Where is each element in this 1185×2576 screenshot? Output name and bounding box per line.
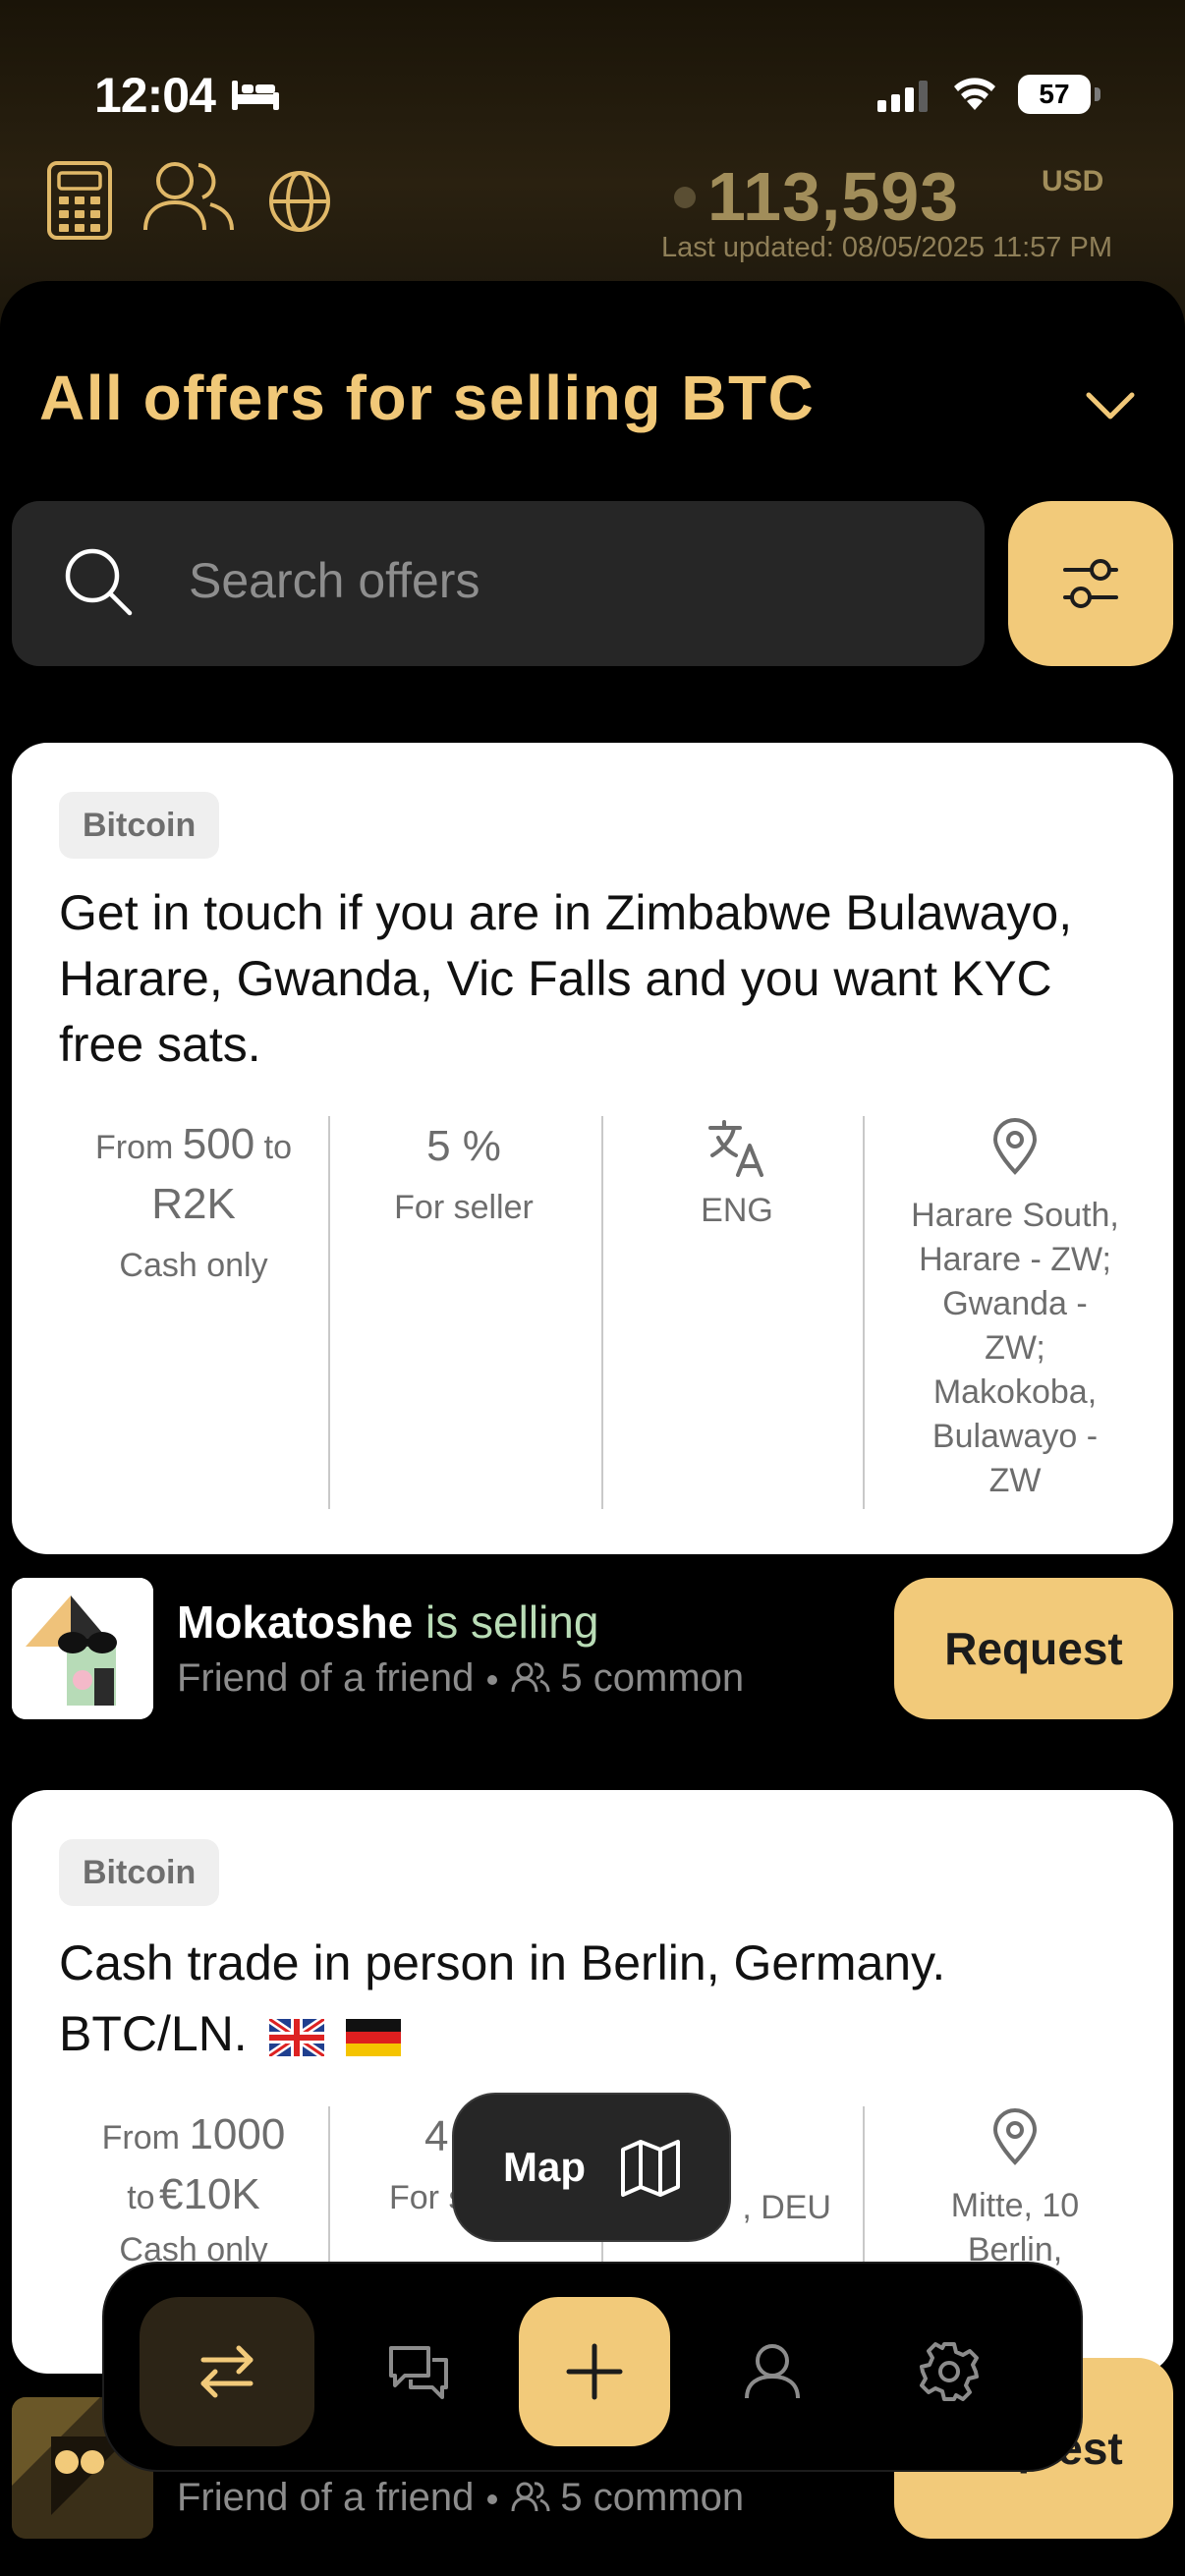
last-updated: Last updated: 08/05/2025 11:57 PM	[661, 232, 1112, 263]
balance-currency: USD	[1042, 165, 1104, 197]
profile-icon	[745, 2344, 800, 2399]
amount-to: €10K	[159, 2170, 260, 2218]
location-info: Harare South, Harare - ZW; Gwanda - ZW; …	[876, 1116, 1154, 1503]
globe-icon[interactable]	[267, 169, 332, 234]
bottom-navigation	[102, 2262, 1083, 2472]
seller-relation: Friend of a friend	[177, 2476, 475, 2519]
currency-badge: Bitcoin	[59, 1839, 220, 1906]
seller-action: is selling	[425, 1596, 599, 1648]
currency-badge: Bitcoin	[59, 792, 220, 859]
wifi-icon	[954, 78, 995, 110]
fee-label: For seller	[394, 1189, 534, 1226]
location-list: Harare South, Harare - ZW; Gwanda - ZW; …	[911, 1197, 1119, 1499]
filter-sliders-icon	[1063, 559, 1118, 608]
balance-status-dot	[674, 187, 696, 208]
offer-card[interactable]: Bitcoin Get in touch if you are in Zimba…	[12, 743, 1173, 1554]
common-friends-icon	[511, 2482, 550, 2512]
offer-description: Cash trade in person in Berlin, Germany.…	[59, 1935, 946, 2061]
filter-button[interactable]	[1008, 501, 1173, 666]
fee-info: 5 % For seller	[326, 1116, 601, 1227]
location-info: Mitte, 10 Berlin,	[876, 2106, 1154, 2272]
germany-flag-icon	[345, 2019, 401, 2056]
seller-title: Mokatoshe is selling	[177, 1596, 598, 1649]
seller-meta: Friend of a friend 5 common	[177, 1656, 744, 1701]
map-icon	[621, 2140, 680, 2197]
chat-icon	[389, 2346, 448, 2399]
cellular-signal-icon	[877, 81, 928, 112]
nav-messages[interactable]	[360, 2297, 478, 2446]
amount-from: 500	[182, 1120, 255, 1168]
map-button[interactable]: Map	[452, 2093, 731, 2242]
amount-from: 1000	[189, 2110, 286, 2158]
location-pin-icon	[992, 2108, 1038, 2165]
fee-value: 5 %	[426, 1122, 501, 1170]
bed-icon	[232, 81, 279, 110]
seller-meta: Friend of a friend 5 common	[177, 2476, 744, 2520]
common-friends-icon	[511, 1662, 550, 1693]
status-time: 12:04	[94, 68, 216, 123]
battery-indicator: 57	[1018, 75, 1100, 114]
battery-level: 57	[1018, 75, 1091, 114]
search-icon	[65, 548, 133, 616]
nav-profile[interactable]	[713, 2297, 831, 2446]
balance-amount[interactable]: 113,593	[707, 157, 959, 236]
common-count: 5 common	[560, 2476, 745, 2519]
seller-name[interactable]: Mokatoshe	[177, 1596, 413, 1648]
uk-flag-icon	[268, 2019, 324, 2056]
page-title: All offers for selling BTC	[39, 363, 816, 433]
payment-method: Cash only	[119, 1247, 268, 1284]
avatar-art-icon	[12, 1578, 153, 1719]
avatar[interactable]	[12, 1578, 153, 1719]
search-input[interactable]: Search offers	[12, 501, 985, 666]
amount-range: From 1000 to €10K Cash only	[51, 2106, 336, 2269]
offer-description: Get in touch if you are in Zimbabwe Bula…	[59, 885, 1073, 1072]
language-value: ENG	[701, 1192, 773, 1229]
add-icon	[566, 2343, 623, 2400]
settings-gear-icon	[920, 2342, 979, 2401]
chevron-down-icon	[1086, 392, 1135, 420]
seller-relation: Friend of a friend	[177, 1656, 475, 1700]
request-button[interactable]: Request	[894, 1578, 1173, 1719]
contacts-icon[interactable]	[141, 159, 236, 234]
location-list: Mitte, 10 Berlin,	[950, 2187, 1080, 2268]
map-label: Map	[503, 2144, 586, 2190]
language-info: ENG	[599, 1116, 875, 1230]
translate-icon	[708, 1120, 763, 1177]
search-placeholder: Search offers	[189, 553, 480, 608]
nav-settings[interactable]	[890, 2297, 1008, 2446]
nav-create-offer[interactable]	[519, 2297, 670, 2446]
common-count: 5 common	[560, 1656, 745, 1700]
seller-row: Mokatoshe is selling Friend of a friend …	[0, 1578, 1185, 1721]
amount-to: R2K	[151, 1180, 236, 1228]
offers-title-dropdown[interactable]: All offers for selling BTC	[39, 362, 1150, 440]
swap-icon	[200, 2345, 254, 2398]
location-pin-icon	[992, 1118, 1038, 1175]
nav-trade[interactable]	[140, 2297, 314, 2446]
offer-stats: From 500 to R2K Cash only 5 % For seller…	[12, 1116, 1173, 1509]
calculator-icon[interactable]	[45, 159, 114, 242]
amount-range: From 500 to R2K Cash only	[51, 1116, 336, 1285]
